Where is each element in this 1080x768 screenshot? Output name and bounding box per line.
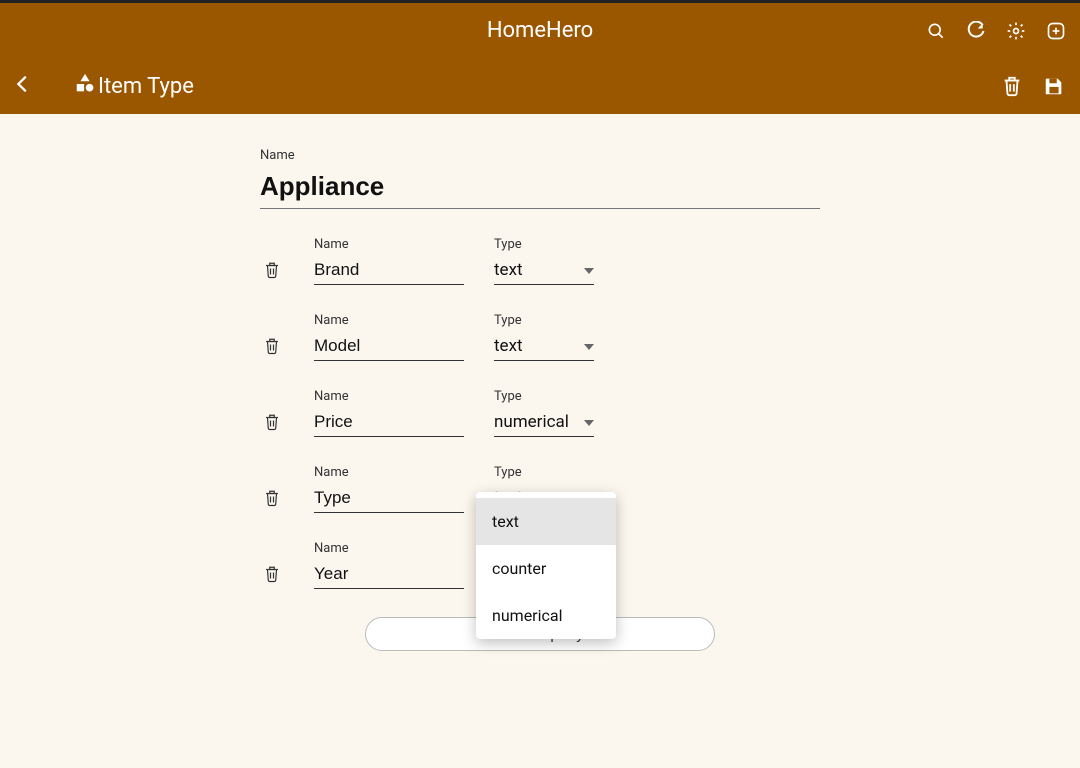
attr-name-input[interactable] xyxy=(314,256,464,285)
attr-name-label: Name xyxy=(314,313,464,328)
type-dropdown-menu: text counter numerical xyxy=(476,492,616,639)
delete-item-type-button[interactable] xyxy=(1000,74,1024,98)
attr-type-value: text xyxy=(494,336,523,356)
attr-name-label: Name xyxy=(314,465,464,480)
page-title-wrap: Item Type xyxy=(74,73,194,99)
attr-name-label: Name xyxy=(314,237,464,252)
back-button[interactable] xyxy=(12,73,34,99)
attr-type-select[interactable]: text xyxy=(494,256,594,285)
attribute-row: Name Type text xyxy=(260,237,820,285)
item-type-name-label: Name xyxy=(260,148,820,163)
attr-type-select[interactable]: numerical xyxy=(494,408,594,437)
attr-name-label: Name xyxy=(314,541,464,556)
attr-type-value: numerical xyxy=(494,412,569,432)
chevron-down-icon xyxy=(584,261,594,280)
attr-type-label: Type xyxy=(494,389,594,404)
attr-name-input[interactable] xyxy=(314,408,464,437)
delete-attribute-button[interactable] xyxy=(260,413,284,437)
dropdown-option-counter[interactable]: counter xyxy=(476,545,616,592)
attr-type-label: Type xyxy=(494,313,594,328)
attr-type-label: Type xyxy=(494,465,594,480)
attr-type-select[interactable]: text xyxy=(494,332,594,361)
delete-attribute-button[interactable] xyxy=(260,261,284,285)
refresh-icon[interactable] xyxy=(964,19,988,43)
attr-type-value: text xyxy=(494,260,523,280)
dropdown-option-numerical[interactable]: numerical xyxy=(476,592,616,639)
save-button[interactable] xyxy=(1042,74,1066,98)
attribute-row: Name Type numerical xyxy=(260,389,820,437)
delete-attribute-button[interactable] xyxy=(260,489,284,513)
dropdown-option-text[interactable]: text xyxy=(476,498,616,545)
attr-name-input[interactable] xyxy=(314,560,464,589)
chevron-down-icon xyxy=(584,413,594,432)
app-bar: HomeHero xyxy=(0,3,1080,58)
attr-name-input[interactable] xyxy=(314,484,464,513)
attr-type-label: Type xyxy=(494,237,594,252)
delete-attribute-button[interactable] xyxy=(260,565,284,589)
app-bar-actions xyxy=(924,19,1072,43)
attribute-row: Name Type text xyxy=(260,313,820,361)
page-actions xyxy=(1000,74,1068,98)
page-bar: Item Type xyxy=(0,58,1080,114)
item-type-name-field: Name xyxy=(260,148,820,209)
delete-attribute-button[interactable] xyxy=(260,337,284,361)
search-icon[interactable] xyxy=(924,19,948,43)
add-icon[interactable] xyxy=(1044,19,1068,43)
attr-name-label: Name xyxy=(314,389,464,404)
page-title: Item Type xyxy=(98,74,194,99)
attr-name-input[interactable] xyxy=(314,332,464,361)
shapes-icon xyxy=(74,73,96,99)
settings-icon[interactable] xyxy=(1004,19,1028,43)
app-title: HomeHero xyxy=(487,18,593,43)
item-type-name-input[interactable] xyxy=(260,169,820,209)
chevron-down-icon xyxy=(584,337,594,356)
